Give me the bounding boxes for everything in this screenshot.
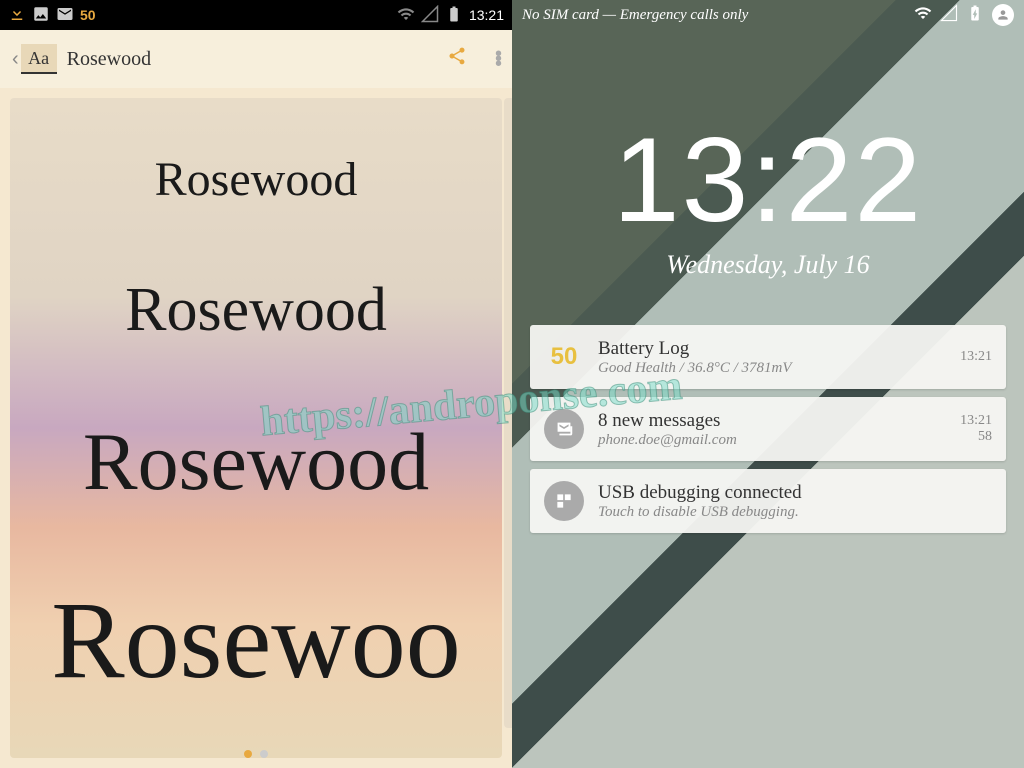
page-dot bbox=[260, 750, 268, 758]
mail-stack-icon bbox=[544, 409, 584, 449]
font-preview-card: Rosewood Rosewood Rosewood Rosewoo bbox=[10, 98, 502, 758]
clock-time: 13:22 bbox=[512, 120, 1024, 240]
wifi-icon bbox=[397, 5, 415, 26]
notification-card[interactable]: 8 new messages phone.doe@gmail.com 13:21… bbox=[530, 397, 1006, 461]
cell-signal-icon bbox=[940, 4, 958, 27]
mail-icon bbox=[56, 5, 74, 26]
status-time: 13:21 bbox=[469, 7, 504, 23]
font-sample: Rosewood bbox=[20, 275, 492, 346]
notification-title: Battery Log bbox=[598, 338, 946, 360]
back-button[interactable]: ‹ Aa bbox=[12, 44, 57, 74]
notification-subtitle: Touch to disable USB debugging. bbox=[598, 504, 978, 521]
chevron-left-icon: ‹ bbox=[12, 48, 19, 71]
font-sample: Rosewood bbox=[20, 415, 492, 509]
notification-card[interactable]: USB debugging connected Touch to disable… bbox=[530, 469, 1006, 533]
status-bar: 50 13:21 bbox=[0, 0, 512, 30]
wifi-icon bbox=[914, 4, 932, 27]
sim-status-text: No SIM card — Emergency calls only bbox=[522, 7, 914, 24]
font-sample: Rosewoo bbox=[20, 577, 492, 704]
notification-count: 50 bbox=[80, 7, 96, 23]
download-icon bbox=[8, 5, 26, 26]
font-app-icon: Aa bbox=[21, 44, 57, 74]
font-preview-screen: 50 13:21 ‹ Aa Rosewood ••• bbox=[0, 0, 512, 768]
lock-screen[interactable]: No SIM card — Emergency calls only 13:22… bbox=[512, 0, 1024, 768]
clock-date: Wednesday, July 16 bbox=[512, 250, 1024, 280]
notification-panel: 50 Battery Log Good Health / 36.8°C / 37… bbox=[512, 325, 1024, 533]
notification-time: 13:21 bbox=[960, 349, 992, 365]
notification-card[interactable]: 50 Battery Log Good Health / 36.8°C / 37… bbox=[530, 325, 1006, 389]
font-title: Rosewood bbox=[67, 48, 151, 71]
notification-subtitle: phone.doe@gmail.com bbox=[598, 432, 946, 449]
notification-time: 13:21 bbox=[960, 413, 992, 429]
battery-icon bbox=[445, 5, 463, 26]
notification-subtitle: Good Health / 36.8°C / 3781mV bbox=[598, 360, 946, 377]
user-avatar-icon[interactable] bbox=[992, 4, 1014, 26]
overflow-menu-icon[interactable]: ••• bbox=[495, 52, 500, 67]
usb-debug-icon bbox=[544, 481, 584, 521]
share-icon[interactable] bbox=[447, 46, 467, 72]
notification-count: 58 bbox=[960, 429, 992, 445]
clock-widget: 13:22 Wednesday, July 16 bbox=[512, 120, 1024, 280]
notification-title: 8 new messages bbox=[598, 410, 946, 432]
font-sample: Rosewood bbox=[20, 152, 492, 207]
next-card-peek[interactable] bbox=[504, 98, 512, 728]
page-dot-active bbox=[244, 750, 252, 758]
notification-title: USB debugging connected bbox=[598, 482, 978, 504]
page-indicator bbox=[0, 750, 512, 758]
image-icon bbox=[32, 5, 50, 26]
cell-signal-icon bbox=[421, 5, 439, 26]
battery-charging-icon bbox=[966, 4, 984, 27]
app-header: ‹ Aa Rosewood ••• bbox=[0, 30, 512, 88]
battery-50-icon: 50 bbox=[544, 337, 584, 377]
preview-area[interactable]: Rosewood Rosewood Rosewood Rosewoo bbox=[0, 88, 512, 768]
status-bar: No SIM card — Emergency calls only bbox=[512, 0, 1024, 30]
